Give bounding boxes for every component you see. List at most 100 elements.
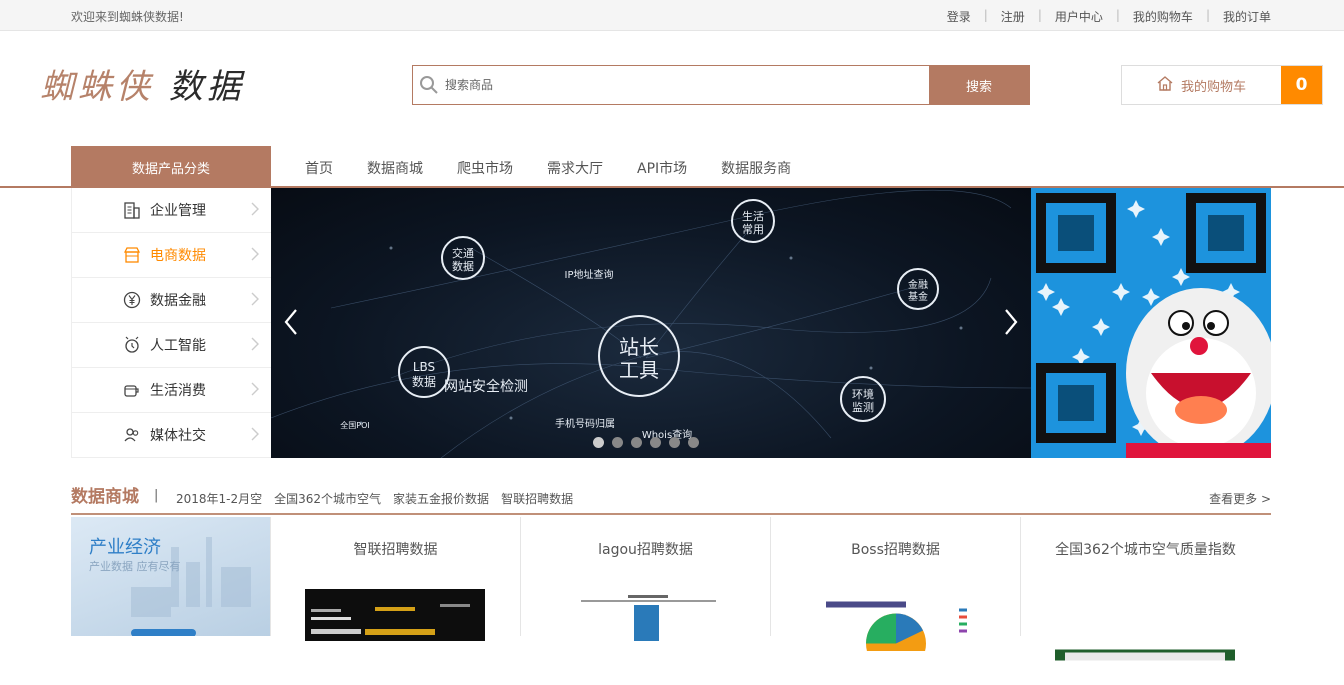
product-title: lagou招聘数据 [598, 542, 693, 558]
feature-card-industry[interactable]: 产业经济 产业数据 应有尽有 [71, 517, 270, 636]
separator: | [1037, 8, 1042, 22]
category-label: 媒体社交 [150, 428, 206, 444]
carousel-dot[interactable] [612, 437, 623, 448]
carousel-next-arrow[interactable] [1003, 308, 1019, 340]
nav-data-providers[interactable]: 数据服务商 [721, 158, 791, 178]
product-card-zhaopin[interactable]: 智联招聘数据 [270, 517, 520, 641]
nav-crawler-market[interactable]: 爬虫市场 [457, 158, 513, 178]
search-button[interactable]: 搜索 [929, 66, 1029, 104]
chevron-right-icon [251, 382, 259, 400]
login-link[interactable]: 登录 [947, 8, 971, 25]
section-tag[interactable]: 家装五金报价数据 [393, 490, 489, 507]
product-title: 智联招聘数据 [353, 542, 438, 558]
banner-big-text-2: 工具 [619, 358, 659, 382]
nav-data-mall[interactable]: 数据商城 [367, 158, 423, 178]
separator: | [1115, 8, 1120, 22]
qr-code-image [1031, 188, 1271, 458]
separator: | [983, 8, 988, 22]
yen-icon [120, 290, 144, 310]
section-title: 数据商城 [71, 487, 139, 507]
nav-demand-hall[interactable]: 需求大厅 [547, 158, 603, 178]
carousel-dot[interactable] [631, 437, 642, 448]
site-logo[interactable]: 蜘蛛侠 数据 [40, 59, 245, 108]
top-bar: 欢迎来到蜘蛛侠数据! 登录 | 注册 | 用户中心 | 我的购物车 | 我的订单 [0, 0, 1344, 31]
search-box: 搜索 [412, 65, 1030, 105]
product-card-air-quality[interactable]: 全国362个城市空气质量指数 [1020, 517, 1270, 661]
banner-label: 网站安全检测 [444, 378, 528, 395]
header: 蜘蛛侠 数据 搜索 我的购物车 0 [0, 31, 1344, 146]
section-tag[interactable]: 全国362个城市空气 [274, 490, 381, 507]
carousel-dot[interactable] [593, 437, 604, 448]
banner-node-text: 数据 [412, 374, 436, 389]
product-thumbnail [821, 598, 971, 651]
chevron-right-icon [251, 247, 259, 265]
search-input[interactable] [445, 66, 929, 104]
ai-icon [120, 335, 144, 355]
logo-part1: 蜘蛛侠 [40, 67, 154, 107]
banner-node-text: 环境 [852, 387, 874, 401]
banner-label: IP地址查询 [565, 268, 614, 281]
product-thumbnail [571, 589, 721, 641]
search-icon [413, 66, 445, 104]
category-ecommerce[interactable]: 电商数据 [72, 233, 271, 278]
register-link[interactable]: 注册 [1001, 8, 1025, 25]
cart-button[interactable]: 我的购物车 0 [1121, 65, 1323, 105]
nav-links: 首页 数据商城 爬虫市场 需求大厅 API市场 数据服务商 [305, 158, 791, 178]
carousel-dot[interactable] [669, 437, 680, 448]
category-label: 生活消费 [150, 383, 206, 399]
product-thumbnail [305, 589, 485, 641]
banner-node-text: 常用 [742, 223, 764, 236]
category-social[interactable]: 媒体社交 [72, 413, 271, 458]
banner-node-text: 生活 [742, 209, 764, 223]
welcome-text: 欢迎来到蜘蛛侠数据! [71, 10, 184, 24]
separator: | [1205, 8, 1210, 22]
product-card-boss[interactable]: Boss招聘数据 [770, 517, 1020, 651]
nav-home[interactable]: 首页 [305, 158, 333, 178]
category-finance[interactable]: 数据金融 [72, 278, 271, 323]
chevron-right-icon [251, 202, 259, 220]
banner-node-text: 监测 [852, 401, 874, 414]
feature-subtitle: 产业数据 应有尽有 [89, 560, 181, 573]
chevron-right-icon [251, 427, 259, 445]
cart-label: 我的购物车 [1180, 79, 1246, 95]
banner-node-text: 交通 [452, 246, 474, 260]
product-cards: 产业经济 产业数据 应有尽有 智联招聘数据 lagou招聘数据 Boss招聘数据 [71, 517, 1271, 661]
user-center-link[interactable]: 用户中心 [1055, 8, 1103, 25]
data-mall-section-header: 数据商城 | 2018年1-2月空 全国362个城市空气 家装五金报价数据 智联… [71, 482, 1271, 515]
banner-label: 手机号码归属 [555, 417, 615, 430]
cart-label-group: 我的购物车 [1122, 66, 1281, 104]
section-tag[interactable]: 智联招聘数据 [501, 490, 573, 507]
banner-node-text: 数据 [452, 259, 474, 273]
feature-title: 产业经济 [89, 537, 161, 558]
carousel-prev-arrow[interactable] [283, 308, 299, 340]
banner-big-text-1: 站长 [619, 335, 659, 359]
product-title: Boss招聘数据 [851, 542, 940, 558]
section-tag[interactable]: 2018年1-2月空 [176, 490, 262, 507]
category-enterprise[interactable]: 企业管理 [72, 188, 271, 233]
category-label: 企业管理 [150, 203, 206, 219]
product-title: 全国362个城市空气质量指数 [1055, 542, 1236, 558]
nav-api-market[interactable]: API市场 [637, 158, 687, 178]
top-links: 登录 | 注册 | 用户中心 | 我的购物车 | 我的订单 [947, 8, 1271, 25]
hero-carousel[interactable]: 站长 工具 LBS 数据 交通 数据 生活 常用 金融 基金 环境 监测 IP地… [271, 188, 1031, 458]
product-card-lagou[interactable]: lagou招聘数据 [520, 517, 770, 641]
carousel-dot[interactable] [688, 437, 699, 448]
banner-label: 全国POI [340, 420, 369, 430]
cup-icon [120, 380, 144, 400]
banner-graphic: 站长 工具 LBS 数据 交通 数据 生活 常用 金融 基金 环境 监测 IP地… [271, 189, 1031, 458]
category-label: 数据金融 [150, 293, 206, 309]
my-cart-link[interactable]: 我的购物车 [1133, 8, 1193, 25]
category-consumer[interactable]: 生活消费 [72, 368, 271, 413]
carousel-dot[interactable] [650, 437, 661, 448]
my-orders-link[interactable]: 我的订单 [1223, 8, 1271, 25]
section-tags: 2018年1-2月空 全国362个城市空气 家装五金报价数据 智联招聘数据 [176, 490, 573, 507]
main-nav: 数据产品分类 首页 数据商城 爬虫市场 需求大厅 API市场 数据服务商 [0, 146, 1344, 188]
qr-code-panel [1031, 188, 1271, 458]
category-menu-title[interactable]: 数据产品分类 [71, 146, 271, 188]
product-thumbnail [1055, 649, 1235, 661]
view-more-link[interactable]: 查看更多 > [1209, 490, 1271, 507]
building-icon [120, 200, 144, 220]
home-icon [1157, 75, 1173, 95]
logo-part2: 数据 [168, 67, 245, 107]
category-ai[interactable]: 人工智能 [72, 323, 271, 368]
